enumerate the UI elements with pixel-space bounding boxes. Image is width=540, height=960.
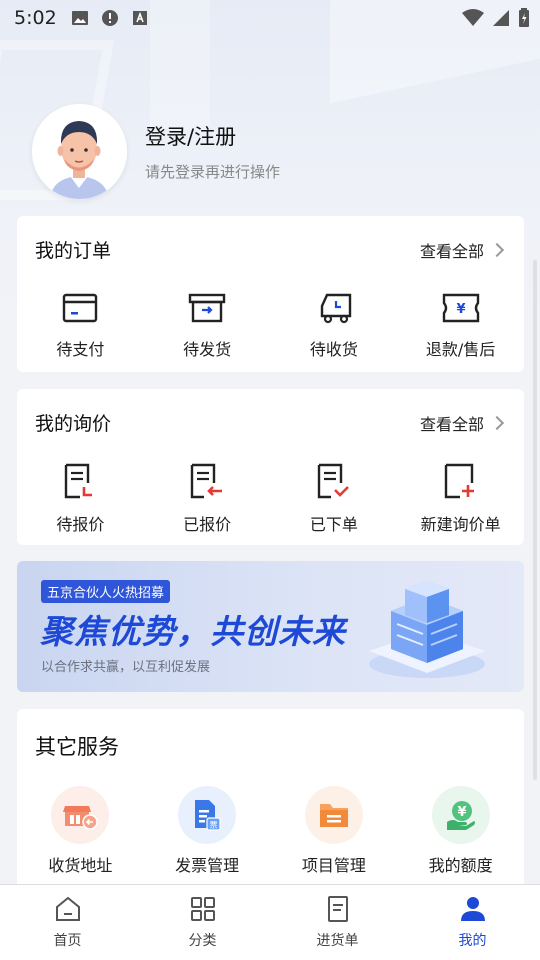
store-icon — [51, 786, 110, 844]
order-label: 待发货 — [183, 340, 232, 359]
service-shipping-address[interactable]: 收货地址 — [17, 786, 144, 876]
login-register-link[interactable]: 登录/注册 — [145, 121, 280, 151]
home-icon — [54, 895, 82, 927]
svg-text:¥: ¥ — [457, 805, 466, 820]
svg-text:¥: ¥ — [456, 302, 465, 317]
tab-label: 首页 — [53, 933, 82, 949]
order-label: 待支付 — [56, 340, 105, 359]
service-my-credit[interactable]: ¥ 我的额度 — [397, 786, 524, 876]
inquiry-view-all-label: 查看全部 — [419, 414, 484, 434]
tab-category[interactable]: 分类 — [135, 885, 270, 960]
grid-icon — [189, 895, 217, 927]
image-notification-icon — [71, 9, 89, 27]
service-label: 项目管理 — [301, 856, 366, 875]
signal-icon — [492, 9, 510, 32]
inquiry-label: 已报价 — [183, 515, 232, 534]
orders-view-all-link[interactable]: 查看全部 — [419, 238, 505, 262]
tab-label: 我的 — [458, 933, 487, 949]
list-doc-icon — [324, 895, 352, 927]
inquiry-label: 已下单 — [309, 515, 358, 534]
tab-label: 分类 — [188, 933, 217, 949]
folder-icon — [304, 786, 363, 844]
chevron-right-icon — [489, 242, 505, 257]
doc-pending-icon — [64, 463, 96, 503]
box-ship-icon — [188, 292, 226, 328]
inquiry-quoted[interactable]: 已报价 — [144, 463, 271, 535]
doc-new-icon — [444, 463, 478, 503]
inquiry-pending-quote[interactable]: 待报价 — [17, 463, 144, 535]
login-hint: 请先登录再进行操作 — [145, 163, 281, 181]
refund-icon: ¥ — [442, 292, 480, 328]
order-pending-payment[interactable]: 待支付 — [17, 292, 144, 360]
inquiry-new[interactable]: 新建询价单 — [397, 463, 524, 535]
orders-view-all-label: 查看全部 — [419, 241, 484, 261]
service-project-management[interactable]: 项目管理 — [271, 786, 398, 876]
order-label: 退款/售后 — [425, 340, 496, 359]
orders-title: 我的订单 — [35, 240, 112, 262]
banner-subtitle: 以合作求共赢，以互利促发展 — [41, 660, 211, 675]
tab-mine[interactable]: 我的 — [405, 885, 540, 960]
inquiry-card: 我的询价 查看全部 待报价 已报价 已下单 新建询价单 — [17, 389, 524, 545]
wifi-icon — [462, 9, 484, 32]
alert-notification-icon — [101, 9, 119, 27]
truck-icon — [314, 292, 354, 328]
avatar[interactable] — [32, 104, 127, 199]
status-time: 5:02 — [14, 7, 57, 29]
chevron-right-icon — [489, 415, 505, 430]
service-label: 我的额度 — [428, 856, 493, 875]
banner-title: 聚焦优势，共创未来 — [40, 612, 346, 651]
tab-home[interactable]: 首页 — [0, 885, 135, 960]
scrollbar[interactable] — [533, 260, 537, 780]
svg-text:票: 票 — [210, 821, 218, 830]
inquiry-view-all-link[interactable]: 查看全部 — [419, 411, 505, 435]
battery-icon — [518, 8, 530, 33]
order-pending-receipt[interactable]: 待收货 — [271, 292, 398, 360]
inquiry-label: 新建询价单 — [420, 515, 501, 534]
partner-recruit-banner[interactable]: 五京合伙人火热招募 聚焦优势，共创未来 以合作求共赢，以互利促发展 — [17, 561, 524, 692]
order-refund-aftersale[interactable]: ¥ 退款/售后 — [397, 292, 524, 360]
services-card: 其它服务 收货地址 票 发票管理 项目管理 ¥ 我的额度 — [17, 709, 524, 909]
tab-purchase-list[interactable]: 进货单 — [270, 885, 405, 960]
person-icon — [459, 895, 487, 927]
wallet-icon — [62, 292, 98, 328]
credit-icon: ¥ — [431, 786, 490, 844]
profile-section[interactable]: 登录/注册 请先登录再进行操作 — [32, 104, 280, 199]
status-bar: 5:02 — [0, 0, 540, 36]
tab-label: 进货单 — [316, 933, 359, 949]
doc-ordered-icon — [317, 463, 351, 503]
service-invoice-management[interactable]: 票 发票管理 — [144, 786, 271, 876]
service-label: 发票管理 — [175, 856, 240, 875]
bottom-tab-bar: 首页 分类 进货单 我的 — [0, 884, 540, 960]
inquiry-label: 待报价 — [56, 515, 105, 534]
doc-quoted-icon — [190, 463, 224, 503]
services-title: 其它服务 — [35, 735, 119, 759]
building-illustration-icon — [357, 569, 497, 688]
banner-tag: 五京合伙人火热招募 — [41, 580, 171, 603]
service-label: 收货地址 — [48, 856, 113, 875]
inquiry-ordered[interactable]: 已下单 — [271, 463, 398, 535]
order-pending-shipment[interactable]: 待发货 — [144, 292, 271, 360]
order-label: 待收货 — [309, 340, 358, 359]
orders-card: 我的订单 查看全部 待支付 待发货 待收货 ¥ 退款/售后 — [17, 216, 524, 372]
text-notification-icon — [131, 9, 149, 27]
invoice-icon: 票 — [178, 786, 237, 844]
inquiry-title: 我的询价 — [35, 413, 112, 435]
